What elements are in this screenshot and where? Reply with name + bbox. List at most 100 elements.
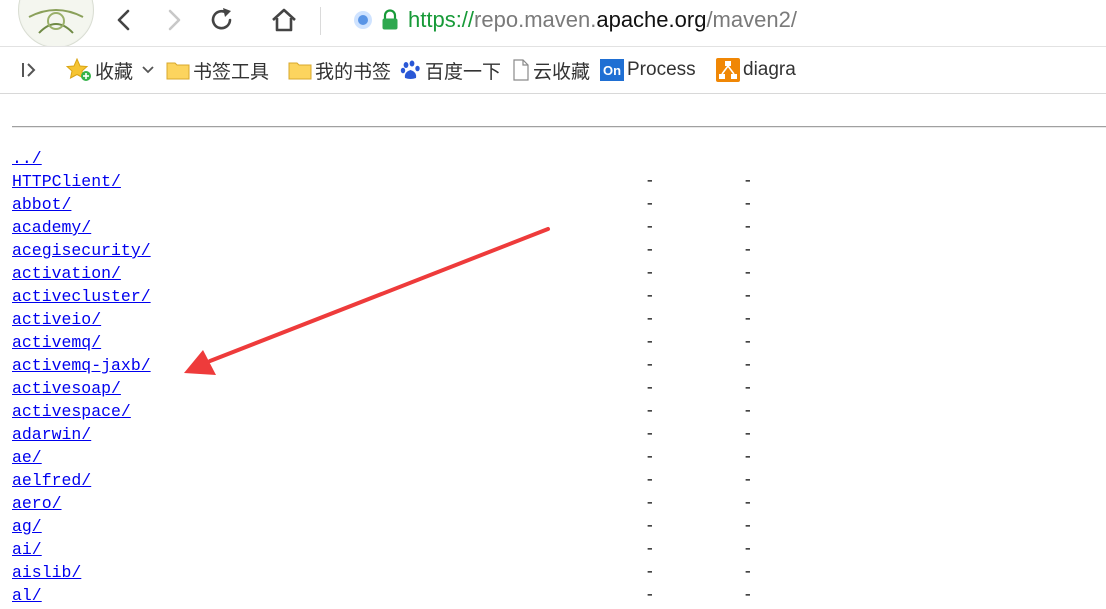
home-button[interactable] [268,4,300,36]
size-cell: - [743,264,753,282]
browser-toolbar: https://repo.maven.apache.org/maven2/ [0,0,1106,48]
bookmark-baidu[interactable]: 百度一下 [400,57,501,83]
size-cell: - [743,241,753,259]
folder-icon [288,60,312,80]
chevron-down-icon [142,66,154,74]
page-icon [512,59,530,81]
directory-link[interactable]: activation/ [12,264,121,283]
modified-cell: - [645,356,655,374]
table-row: activespace/ - - [12,402,1106,425]
back-button[interactable] [108,4,140,36]
directory-link[interactable]: activemq-jaxb/ [12,356,151,375]
table-row: activecluster/ - - [12,287,1106,310]
address-bar[interactable]: https://repo.maven.apache.org/maven2/ [352,4,1092,36]
avatar[interactable] [18,0,94,48]
table-row: activemq-jaxb/ - - [12,356,1106,379]
url-host: apache.org [596,7,707,32]
directory-link[interactable]: al/ [12,586,42,605]
url-path: /maven2/ [706,7,797,32]
reload-button[interactable] [206,4,238,36]
size-cell: - [743,425,753,443]
size-cell: - [743,172,753,190]
folder-icon [166,60,190,80]
modified-cell: - [645,540,655,558]
directory-link[interactable]: activemq/ [12,333,101,352]
directory-link[interactable]: abbot/ [12,195,71,214]
table-row: activesoap/ - - [12,379,1106,402]
sidebar-toggle-icon [22,63,36,77]
chevron-left-icon [117,9,130,31]
modified-cell: - [645,333,655,351]
bookmark-label: 云收藏 [533,61,591,83]
sidebar-toggle-button[interactable] [20,57,38,83]
url-scheme: https:// [408,7,475,32]
modified-cell: - [645,195,655,213]
bookmark-label: 百度一下 [425,61,502,83]
table-row: abbot/ - - [12,195,1106,218]
directory-link[interactable]: acegisecurity/ [12,241,151,260]
svg-text:On: On [603,63,621,78]
bookmark-folder-tools[interactable]: 书签工具 [166,57,269,83]
table-row: aero/ - - [12,494,1106,517]
directory-link[interactable]: aelfred/ [12,471,91,490]
size-cell: - [743,540,753,558]
directory-link[interactable]: activecluster/ [12,287,151,306]
bookmark-label: 我的书签 [315,61,392,83]
reload-icon [211,8,232,30]
bookmark-label: 书签工具 [193,61,270,83]
lock-icon [382,9,398,30]
site-info-icon[interactable] [352,9,374,31]
directory-link[interactable]: activesoap/ [12,379,121,398]
table-row: acegisecurity/ - - [12,241,1106,264]
bookmark-label: diagra [743,59,796,80]
table-row: academy/ - - [12,218,1106,241]
size-cell: - [743,586,753,604]
url-text[interactable]: https://repo.maven.apache.org/maven2/ [408,7,797,33]
directory-link[interactable]: activespace/ [12,402,131,421]
baidu-paw-icon [400,59,422,81]
bookmark-favorites[interactable]: 收藏 [66,57,155,83]
modified-cell: - [645,448,655,466]
modified-cell: - [645,402,655,420]
directory-link[interactable]: ai/ [12,540,42,559]
table-row: activation/ - - [12,264,1106,287]
forward-button[interactable] [158,4,190,36]
directory-link[interactable]: ag/ [12,517,42,536]
size-cell: - [743,402,753,420]
bookmark-label: Process [627,59,696,80]
directory-link[interactable]: aislib/ [12,563,81,582]
size-cell: - [743,195,753,213]
star-icon [66,58,92,82]
size-cell: - [743,448,753,466]
modified-cell: - [645,287,655,305]
modified-cell: - [645,264,655,282]
table-row: ../ [12,149,1106,172]
modified-cell: - [645,471,655,489]
modified-cell: - [645,241,655,259]
table-row: ai/ - - [12,540,1106,563]
directory-link[interactable]: academy/ [12,218,91,237]
directory-link[interactable]: aero/ [12,494,62,513]
bookmark-drawio[interactable]: diagra [716,57,796,83]
table-row: aelfred/ - - [12,471,1106,494]
directory-link[interactable]: ae/ [12,448,42,467]
home-icon [272,8,296,32]
page-content: ../HTTPClient/- - abbot/- - academy/- - acegis… [0,93,1106,606]
directory-link[interactable]: activeio/ [12,310,101,329]
bookmark-processon[interactable]: On Process [600,57,696,83]
table-row: activeio/ - - [12,310,1106,333]
directory-link[interactable]: adarwin/ [12,425,91,444]
chevron-right-icon [168,9,181,31]
size-cell: - [743,471,753,489]
directory-link[interactable]: HTTPClient/ [12,172,121,191]
divider [12,126,1106,128]
directory-link[interactable]: ../ [12,149,42,168]
bookmark-folder-mine[interactable]: 我的书签 [288,57,391,83]
avatar-image [20,0,92,46]
modified-cell: - [645,517,655,535]
drawio-icon [716,58,740,82]
size-cell: - [743,494,753,512]
bookmark-cloud[interactable]: 云收藏 [512,57,590,83]
size-cell: - [743,310,753,328]
modified-cell: - [645,379,655,397]
